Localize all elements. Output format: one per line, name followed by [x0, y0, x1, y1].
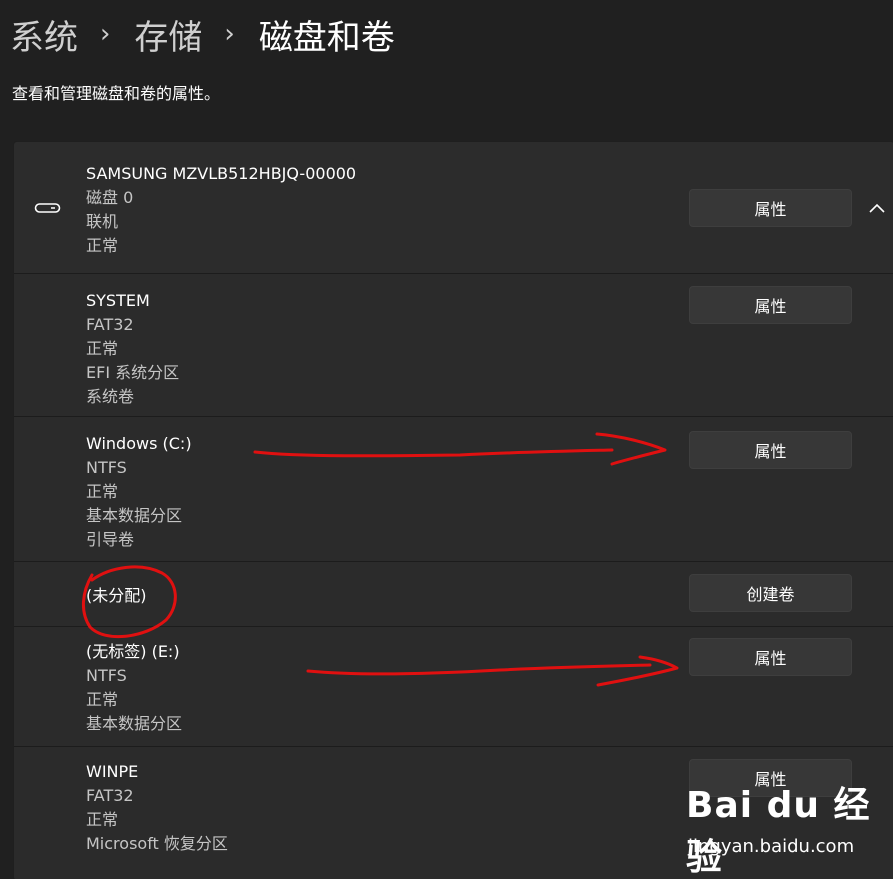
chevron-up-icon[interactable]: [868, 200, 886, 219]
breadcrumb-separator: ›: [224, 19, 235, 49]
baidu-jingyan-watermark: Bai du 经验 jingyan.baidu.com: [686, 776, 886, 878]
drive-icon: [34, 200, 62, 219]
page-title: 磁盘和卷: [258, 17, 395, 58]
volume-name: Windows (C:): [86, 434, 192, 453]
breadcrumb: 系统 › 存储 › 磁盘和卷: [10, 8, 395, 60]
disk-name: SAMSUNG MZVLB512HBJQ-00000: [86, 164, 357, 183]
volume-role: 系统卷: [86, 387, 135, 406]
page-subtitle: 查看和管理磁盘和卷的属性。: [12, 84, 221, 103]
volume-filesystem: NTFS: [86, 666, 127, 685]
volume-filesystem: FAT32: [86, 315, 134, 334]
volume-status: 正常: [86, 339, 119, 358]
disk-status: 正常: [86, 236, 119, 255]
disk-header-row[interactable]: SAMSUNG MZVLB512HBJQ-00000 磁盘 0 联机 正常 属性: [14, 142, 893, 273]
volume-properties-button[interactable]: 属性: [689, 286, 852, 324]
volume-filesystem: FAT32: [86, 786, 134, 805]
volume-role: 引导卷: [86, 530, 135, 549]
create-volume-button[interactable]: 创建卷: [689, 574, 852, 612]
disk-card: SAMSUNG MZVLB512HBJQ-00000 磁盘 0 联机 正常 属性…: [13, 141, 893, 879]
volume-name: SYSTEM: [86, 291, 150, 310]
volume-partition-type: 基本数据分区: [86, 506, 183, 525]
volume-filesystem: NTFS: [86, 458, 127, 477]
volume-status: 正常: [86, 810, 119, 829]
volume-partition-type: 基本数据分区: [86, 714, 183, 733]
breadcrumb-storage[interactable]: 存储: [134, 10, 202, 59]
breadcrumb-separator: ›: [100, 19, 111, 49]
watermark-url: jingyan.baidu.com: [688, 836, 855, 857]
volume-partition-type: EFI 系统分区: [86, 363, 180, 382]
volume-status: 正常: [86, 690, 119, 709]
volume-row-unallocated[interactable]: (未分配) 创建卷: [14, 561, 893, 627]
disk-number: 磁盘 0: [86, 188, 134, 207]
volume-name: WINPE: [86, 762, 139, 781]
volume-properties-button[interactable]: 属性: [689, 638, 852, 676]
disk-properties-button[interactable]: 属性: [689, 189, 852, 227]
volume-row-unlabeled-e[interactable]: (无标签) (E:) NTFS 正常 基本数据分区 属性: [14, 626, 893, 747]
volume-name: (未分配): [86, 586, 147, 605]
volume-partition-type: Microsoft 恢复分区: [86, 834, 228, 853]
breadcrumb-system[interactable]: 系统: [10, 10, 78, 59]
disk-online-state: 联机: [86, 212, 119, 231]
volume-name: (无标签) (E:): [86, 642, 180, 661]
volume-row-system[interactable]: SYSTEM FAT32 正常 EFI 系统分区 系统卷 属性: [14, 273, 893, 417]
disks-and-volumes-page: 系统 › 存储 › 磁盘和卷 查看和管理磁盘和卷的属性。 SAMSUNG MZV…: [0, 0, 893, 879]
volume-status: 正常: [86, 482, 119, 501]
watermark-brand: Bai du 经验: [686, 785, 871, 878]
volume-row-windows-c[interactable]: Windows (C:) NTFS 正常 基本数据分区 引导卷 属性: [14, 416, 893, 562]
volume-properties-button[interactable]: 属性: [689, 431, 852, 469]
